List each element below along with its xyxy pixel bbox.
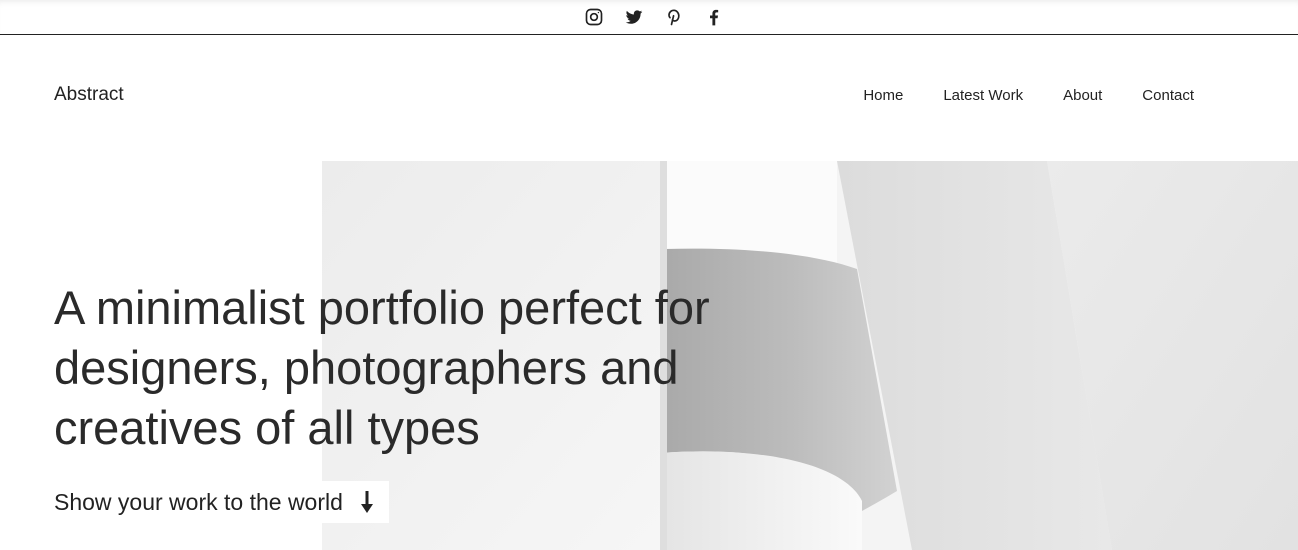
- site-brand[interactable]: Abstract: [54, 84, 124, 106]
- headline-line-3: creatives of all types: [54, 401, 480, 454]
- instagram-icon[interactable]: [583, 6, 605, 28]
- nav-contact[interactable]: Contact: [1142, 87, 1194, 104]
- cta-label[interactable]: Show your work to the world: [54, 489, 343, 516]
- arrow-down-icon[interactable]: [357, 489, 377, 515]
- pinterest-icon[interactable]: [663, 6, 685, 28]
- hero-cta[interactable]: Show your work to the world: [54, 481, 389, 523]
- headline-line-2: designers, photographers and: [54, 341, 679, 394]
- twitter-icon[interactable]: [623, 6, 645, 28]
- social-topbar: [0, 0, 1298, 35]
- nav-home[interactable]: Home: [863, 87, 903, 104]
- social-links: [583, 6, 725, 28]
- facebook-icon[interactable]: [703, 6, 725, 28]
- main-nav: Home Latest Work About Contact: [863, 87, 1194, 104]
- nav-latest-work[interactable]: Latest Work: [943, 87, 1023, 104]
- nav-about[interactable]: About: [1063, 87, 1102, 104]
- headline-line-1: A minimalist portfolio perfect for: [54, 281, 710, 334]
- hero-headline: A minimalist portfolio perfect for desig…: [54, 278, 814, 458]
